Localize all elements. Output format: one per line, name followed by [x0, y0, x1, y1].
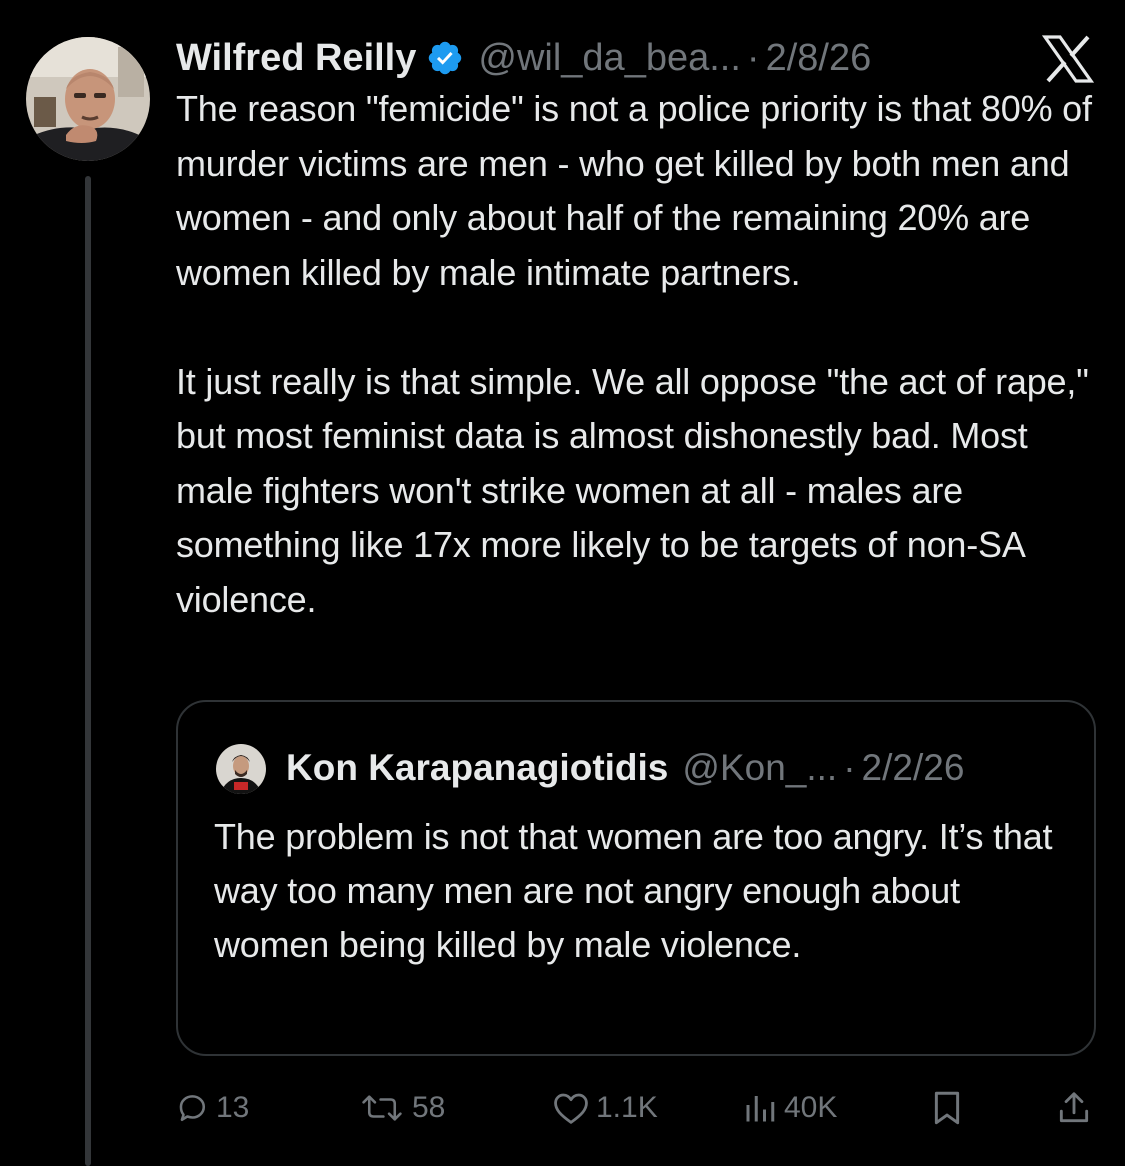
bookmark-button[interactable] [930, 1082, 964, 1134]
reply-button[interactable]: 13 [176, 1082, 249, 1134]
author-avatar-image [26, 37, 150, 161]
repost-icon [358, 1091, 406, 1125]
heart-icon [552, 1091, 590, 1125]
quoted-tweet-card[interactable]: Kon Karapanagiotidis @Kon_... · 2/2/26 T… [176, 700, 1096, 1056]
reply-count: 13 [216, 1091, 250, 1124]
quote-text: The problem is not that women are too an… [214, 816, 1053, 965]
quote-author-name[interactable]: Kon Karapanagiotidis [286, 747, 668, 789]
views-chart-icon [742, 1091, 778, 1125]
views-button[interactable]: 40K [742, 1082, 837, 1134]
quote-date[interactable]: 2/2/26 [862, 747, 965, 789]
tweet-date[interactable]: 2/8/26 [766, 37, 872, 80]
quote-author-handle[interactable]: @Kon_... [682, 747, 837, 789]
x-logo-icon[interactable] [1041, 34, 1095, 84]
views-count: 40K [784, 1091, 838, 1124]
bookmark-icon [930, 1090, 964, 1126]
like-button[interactable]: 1.1K [552, 1082, 658, 1134]
quote-header-separator: · [843, 747, 856, 788]
repost-count: 58 [412, 1091, 446, 1124]
action-bar: 13 58 1.1K 40K [0, 1082, 1125, 1134]
share-button[interactable] [1056, 1082, 1092, 1134]
quote-header: Kon Karapanagiotidis @Kon_... · 2/2/26 [286, 740, 964, 796]
thread-connector-line [85, 176, 91, 1166]
tweet-text: The reason "femicide" is not a police pr… [176, 88, 1092, 620]
reply-icon [176, 1091, 210, 1125]
tweet-header: Wilfred Reilly @wil_da_bea... · 2/8/26 [176, 28, 871, 88]
author-handle[interactable]: @wil_da_bea... [478, 37, 741, 80]
header-separator: · [746, 36, 760, 79]
verified-badge-icon [426, 39, 464, 77]
author-avatar[interactable] [26, 37, 150, 161]
quote-avatar-image [216, 744, 266, 794]
share-icon [1056, 1089, 1092, 1127]
repost-button[interactable]: 58 [358, 1082, 445, 1134]
like-count: 1.1K [596, 1091, 658, 1124]
author-name[interactable]: Wilfred Reilly [176, 37, 416, 80]
quote-author-avatar[interactable] [216, 744, 266, 794]
